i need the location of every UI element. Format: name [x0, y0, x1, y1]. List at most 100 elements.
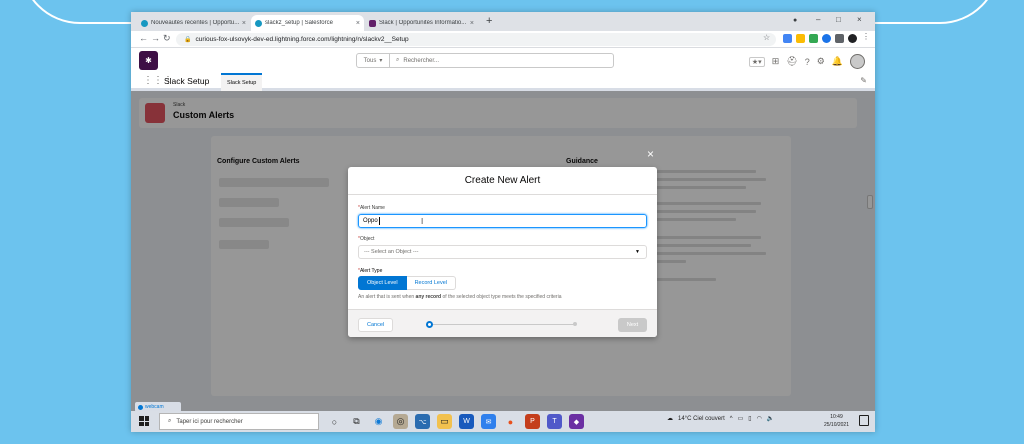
- browser-tab-slack-setup[interactable]: slackz_setup | Salesforce ×: [251, 15, 364, 31]
- tray-arrow-icon[interactable]: ^: [730, 416, 733, 422]
- vscode-icon[interactable]: ⌥: [415, 414, 430, 429]
- browser-tab-opportunites[interactable]: Nouveautés récentes | Opportu... ×: [137, 15, 250, 31]
- battery-icon[interactable]: ▯: [748, 415, 751, 422]
- app-nav-bar: ⋮⋮⋮ Slack Setup Slack Setup ✎: [131, 73, 875, 91]
- system-tray: ☁ 14°C Ciel couvert ^ ▭ ▯ ◠ 🔈: [667, 415, 774, 423]
- close-tab-icon[interactable]: ×: [356, 20, 360, 27]
- chevron-down-icon: ▾: [379, 58, 383, 64]
- app-icon[interactable]: ◆: [569, 414, 584, 429]
- salesforce-header: ✱ Tous ▾ ⌕ Rechercher... ★▾ ⊞ ⛑ ? ⚙ 🔔: [131, 48, 875, 73]
- profile-avatar-icon[interactable]: [848, 34, 857, 43]
- alert-name-label: *Alert Name: [358, 205, 385, 211]
- windows-start-icon[interactable]: [139, 416, 149, 426]
- modal-close-button[interactable]: ×: [647, 147, 654, 161]
- modal-footer: Cancel Next: [348, 309, 657, 337]
- maximize-button[interactable]: □: [836, 15, 841, 24]
- setup-gear-icon[interactable]: ⚙: [817, 56, 825, 67]
- object-level-button[interactable]: Object Level: [358, 276, 407, 290]
- notifications-bell-icon[interactable]: 🔔: [832, 56, 843, 67]
- firefox-icon[interactable]: ●: [503, 414, 518, 429]
- address-bar[interactable]: 🔒 curious-fox-ulsovyk-dev-ed.lightning.f…: [176, 33, 776, 46]
- search-scope-dropdown[interactable]: Tous ▾: [357, 54, 390, 67]
- cortana-icon[interactable]: ○: [327, 414, 342, 429]
- network-icon[interactable]: ▭: [738, 415, 744, 422]
- object-select-value: --- Select an Object ---: [364, 249, 419, 255]
- alert-name-input[interactable]: Oppo: [358, 214, 647, 228]
- address-bar-row: ← → ↻ 🔒 curious-fox-ulsovyk-dev-ed.light…: [131, 31, 875, 48]
- reload-button[interactable]: ↻: [163, 33, 171, 44]
- weather-cloud-icon: ☁: [667, 416, 673, 422]
- edit-nav-pencil-icon[interactable]: ✎: [860, 76, 867, 85]
- next-step-indicator: [573, 322, 577, 326]
- url-text: curious-fox-ulsovyk-dev-ed.lightning.for…: [195, 36, 409, 43]
- edge-icon[interactable]: ◉: [371, 414, 386, 429]
- extension-grid-icon[interactable]: [809, 34, 818, 43]
- cancel-button[interactable]: Cancel: [358, 318, 394, 332]
- task-view-icon[interactable]: ⧉: [349, 414, 364, 429]
- window-close-button[interactable]: ×: [857, 15, 862, 24]
- global-search[interactable]: Tous ▾ ⌕ Rechercher...: [356, 53, 614, 68]
- search-scope-label: Tous: [363, 57, 377, 64]
- alert-type-label: *Alert Type: [358, 268, 383, 274]
- extensions-puzzle-icon[interactable]: [835, 34, 844, 43]
- favorites-star-icon[interactable]: ★▾: [748, 56, 765, 67]
- word-icon[interactable]: W: [459, 414, 474, 429]
- object-select[interactable]: --- Select an Object --- ▼: [358, 245, 647, 259]
- slack-icon: [369, 19, 376, 27]
- tab-label: Slack | Opportunités Informatio...: [379, 20, 467, 26]
- profile-dot-icon[interactable]: ●: [793, 17, 797, 24]
- search-icon: ⌕: [396, 57, 400, 63]
- notifications-icon[interactable]: [859, 415, 869, 426]
- search-icon: ⌕: [168, 418, 172, 424]
- slack-logo-icon[interactable]: ✱: [139, 51, 158, 70]
- forward-button[interactable]: →: [151, 33, 160, 43]
- create-alert-modal: Create New Alert *Alert Name Oppo I *Obj…: [348, 167, 657, 337]
- bookmark-star-icon[interactable]: ☆: [763, 33, 772, 42]
- extension-download-icon[interactable]: [783, 34, 792, 43]
- current-step-indicator: [426, 321, 433, 328]
- volume-icon[interactable]: 🔈: [767, 415, 774, 422]
- user-avatar[interactable]: [850, 54, 865, 69]
- browser-window: Nouveautés récentes | Opportu... × slack…: [131, 12, 875, 432]
- webcam-icon: [138, 404, 143, 410]
- taskbar-clock[interactable]: 10:49 25/10/2021: [824, 413, 849, 429]
- taskbar-search[interactable]: ⌕ Taper ici pour rechercher: [159, 413, 319, 430]
- wifi-icon[interactable]: ◠: [757, 415, 762, 422]
- minimize-button[interactable]: –: [816, 15, 820, 24]
- weather-text[interactable]: 14°C Ciel couvert: [678, 416, 725, 422]
- search-input[interactable]: Rechercher...: [403, 58, 439, 64]
- teams-icon[interactable]: T: [547, 414, 562, 429]
- nav-tab-slack-setup[interactable]: Slack Setup: [221, 73, 263, 91]
- tab-bar: Nouveautés récentes | Opportu... × slack…: [131, 12, 875, 31]
- record-level-button[interactable]: Record Level: [406, 276, 456, 290]
- text-caret: [378, 217, 380, 225]
- chrome-icon[interactable]: ◎: [393, 414, 408, 429]
- windows-taskbar: ⌕ Taper ici pour rechercher ○ ⧉ ◉ ◎ ⌥ ▭ …: [131, 411, 875, 432]
- taskbar-search-input[interactable]: Taper ici pour rechercher: [176, 419, 242, 425]
- file-explorer-icon[interactable]: ▭: [437, 414, 452, 429]
- app-name: Slack Setup: [164, 76, 210, 86]
- alert-name-value: Oppo: [363, 218, 378, 224]
- salesforce-cloud-icon: [255, 19, 262, 27]
- trailhead-icon[interactable]: ⛑: [786, 56, 797, 67]
- extension-note-icon[interactable]: [796, 34, 805, 43]
- powerpoint-icon[interactable]: P: [525, 414, 540, 429]
- header-utility-icons: ★▾ ⊞ ⛑ ? ⚙ 🔔: [748, 54, 865, 69]
- lock-icon: 🔒: [184, 37, 192, 43]
- next-button[interactable]: Next: [618, 318, 647, 332]
- extension-eye-icon[interactable]: [822, 34, 831, 43]
- help-icon[interactable]: ?: [805, 57, 810, 67]
- close-tab-icon[interactable]: ×: [470, 20, 474, 27]
- browser-tab-slack[interactable]: Slack | Opportunités Informatio... ×: [365, 15, 478, 31]
- clock-date: 25/10/2021: [823, 422, 849, 428]
- new-tab-button[interactable]: +: [486, 15, 492, 27]
- back-button[interactable]: ←: [139, 33, 148, 43]
- alert-type-toggle: Object Level Record Level: [358, 276, 456, 290]
- clock-time: 10:49: [830, 414, 843, 420]
- close-tab-icon[interactable]: ×: [242, 20, 246, 27]
- text-cursor-icon: I: [421, 217, 424, 226]
- salesforce-cloud-icon: [141, 19, 148, 27]
- browser-menu-icon[interactable]: ⋮: [862, 32, 871, 41]
- global-actions-plus-icon[interactable]: ⊞: [772, 56, 780, 67]
- mail-icon[interactable]: ✉: [481, 414, 496, 429]
